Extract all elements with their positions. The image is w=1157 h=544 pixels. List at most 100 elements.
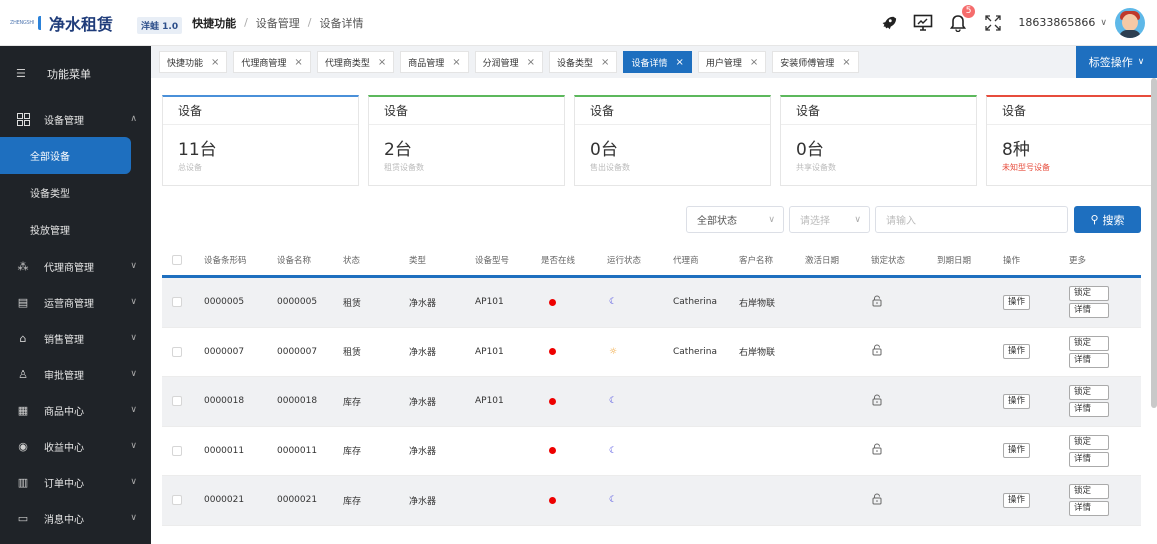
- logo[interactable]: ZHENGSHUI RENT 净水租赁: [0, 0, 131, 46]
- detail-button[interactable]: 详情: [1069, 451, 1109, 467]
- tab-quick[interactable]: 快捷功能 ×: [159, 51, 228, 73]
- box-icon: ▦: [17, 403, 29, 417]
- tab-label: 代理商类型: [324, 58, 370, 69]
- sidebar-subitem-device-types[interactable]: 设备类型: [0, 174, 151, 211]
- search-icon: ⚲: [1090, 213, 1099, 226]
- scrollbar[interactable]: [1151, 78, 1157, 408]
- stamp-icon: ♙: [18, 367, 28, 381]
- detail-button[interactable]: 详情: [1069, 402, 1109, 418]
- table-row[interactable]: 0000011 0000011 库存 净水器 ☾ 操作 锁定 详情: [162, 427, 1141, 476]
- search-button[interactable]: ⚲ 搜索: [1074, 206, 1141, 233]
- sidebar-item-operator[interactable]: ▤ 运营商管理 ∨: [0, 284, 151, 320]
- row-checkbox[interactable]: [172, 445, 182, 456]
- operate-button[interactable]: 操作: [1003, 443, 1031, 459]
- sidebar-item-approval[interactable]: ♙ 审批管理 ∨: [0, 356, 151, 392]
- lock-button[interactable]: 锁定: [1069, 286, 1109, 302]
- close-icon[interactable]: ×: [601, 57, 609, 68]
- search-button-label: 搜索: [1102, 213, 1125, 227]
- tab-device-type[interactable]: 设备类型 ×: [549, 51, 618, 73]
- tab-profit-share[interactable]: 分润管理 ×: [474, 51, 544, 73]
- operate-button[interactable]: 操作: [1003, 344, 1031, 360]
- table-row[interactable]: 0000005 0000005 租赁 净水器 AP101 ☾ Catherina 右岸物联 操作…: [162, 278, 1141, 328]
- status-select[interactable]: 全部状态 ∨: [686, 206, 784, 233]
- close-icon[interactable]: ×: [750, 57, 758, 68]
- avatar[interactable]: [1115, 7, 1145, 38]
- filter-bar: 全部状态 ∨ 请选择 ∨ 请输入 ⚲ 搜索: [686, 206, 1141, 233]
- row-checkbox[interactable]: [172, 297, 182, 308]
- operate-button[interactable]: 操作: [1003, 492, 1031, 508]
- close-icon[interactable]: ×: [211, 57, 219, 68]
- lock-button[interactable]: 锁定: [1069, 484, 1109, 500]
- sidebar-item-sales[interactable]: ⌂ 销售管理 ∨: [0, 320, 151, 356]
- row-checkbox[interactable]: [172, 495, 182, 506]
- close-icon[interactable]: ×: [675, 57, 683, 68]
- tab-label: 快捷功能: [167, 58, 204, 69]
- fullscreen-icon[interactable]: [982, 12, 1004, 34]
- tab-device-detail[interactable]: 设备详情 ×: [623, 51, 692, 73]
- user-menu[interactable]: 18633865866 ∨: [1018, 7, 1145, 38]
- tab-label: 分润管理: [482, 58, 519, 69]
- tab-user-manage[interactable]: 用户管理 ×: [697, 51, 767, 73]
- cell-status: 库存: [343, 496, 362, 507]
- lock-button[interactable]: 锁定: [1069, 335, 1109, 351]
- select-all-checkbox[interactable]: [172, 254, 182, 265]
- detail-button[interactable]: 详情: [1069, 303, 1109, 319]
- search-input[interactable]: 请输入: [875, 206, 1068, 233]
- table-row[interactable]: 0000018 0000018 库存 净水器 AP101 ☾ 操作 锁定 详情: [162, 377, 1141, 427]
- unlock-icon: [872, 493, 882, 508]
- sidebar-item-label: 审批管理: [44, 370, 84, 382]
- breadcrumb: 快捷功能 / 设备管理 / 设备详情: [192, 15, 363, 31]
- table-row[interactable]: 0000021 0000021 库存 净水器 ☾ 操作 锁定 详情: [162, 476, 1141, 526]
- detail-button[interactable]: 详情: [1069, 501, 1109, 517]
- close-icon[interactable]: ×: [527, 57, 535, 68]
- sidebar-item-label: 收益中心: [44, 442, 84, 454]
- cell-status: 库存: [343, 397, 362, 408]
- table-row[interactable]: 0000007 0000007 租赁 净水器 AP101 ☼ Catherina 右岸物联 操作…: [162, 328, 1141, 377]
- lock-button[interactable]: 锁定: [1069, 434, 1109, 450]
- close-icon[interactable]: ×: [842, 57, 850, 68]
- sidebar-item-orders[interactable]: ▥ 订单中心 ∨: [0, 464, 151, 500]
- unlock-icon: [872, 295, 882, 310]
- cell-type: 净水器: [409, 496, 437, 507]
- sidebar-item-products[interactable]: ▦ 商品中心 ∨: [0, 392, 151, 428]
- operate-button[interactable]: 操作: [1003, 294, 1031, 310]
- tab-agent-manage[interactable]: 代理商管理 ×: [233, 51, 311, 73]
- stat-card-title: 设备: [369, 97, 564, 125]
- tab-installer-manage[interactable]: 安装师傅管理 ×: [772, 51, 859, 73]
- username: 18633865866: [1018, 16, 1096, 29]
- menu-toggle[interactable]: ☰ 功能菜单: [0, 46, 151, 101]
- breadcrumb-item[interactable]: 设备管理: [256, 15, 300, 31]
- row-checkbox[interactable]: [172, 346, 182, 357]
- cell-agent: Catherina: [673, 346, 717, 357]
- bell-icon[interactable]: 5: [947, 3, 977, 34]
- sidebar-subitem-all-devices[interactable]: 全部设备: [0, 137, 131, 174]
- type-select[interactable]: 请选择 ∨: [789, 206, 870, 233]
- offline-dot-icon: [549, 348, 556, 356]
- sidebar-item-device[interactable]: 设备管理 ∧: [0, 101, 151, 137]
- rocket-icon[interactable]: [877, 12, 899, 34]
- breadcrumb-item[interactable]: 快捷功能: [192, 15, 236, 31]
- table-body: 0000005 0000005 租赁 净水器 AP101 ☾ Catherina 右岸物联 操作…: [162, 278, 1141, 526]
- lock-button[interactable]: 锁定: [1069, 385, 1109, 401]
- close-icon[interactable]: ×: [378, 57, 386, 68]
- close-icon[interactable]: ×: [294, 57, 302, 68]
- tab-label: 商品管理: [408, 58, 445, 69]
- row-checkbox[interactable]: [172, 396, 182, 407]
- sidebar-item-messages[interactable]: ▭ 消息中心 ∨: [0, 500, 151, 536]
- sidebar: ☰ 功能菜单 设备管理 ∧ 全部设备 设备类型 投放管理 ⁂ 代理商管理 ∨ ▤…: [0, 46, 151, 544]
- stat-card-sub: 售出设备数: [590, 163, 630, 172]
- sidebar-item-agent[interactable]: ⁂ 代理商管理 ∨: [0, 248, 151, 284]
- sidebar-item-revenue[interactable]: ◉ 收益中心 ∨: [0, 428, 151, 464]
- cell-type: 净水器: [409, 397, 437, 408]
- col-customer: 客户名称: [739, 255, 774, 266]
- close-icon[interactable]: ×: [452, 57, 460, 68]
- tab-agent-type[interactable]: 代理商类型 ×: [316, 51, 395, 73]
- chevron-up-icon: ∧: [130, 114, 137, 124]
- cell-name: 0000005: [277, 297, 318, 308]
- operate-button[interactable]: 操作: [1003, 393, 1031, 409]
- sidebar-subitem-placement[interactable]: 投放管理: [0, 211, 151, 248]
- tag-operations-button[interactable]: 标签操作 ∨: [1076, 46, 1157, 78]
- monitor-icon[interactable]: [912, 12, 934, 34]
- tab-product-manage[interactable]: 商品管理 ×: [400, 51, 469, 73]
- detail-button[interactable]: 详情: [1069, 352, 1109, 368]
